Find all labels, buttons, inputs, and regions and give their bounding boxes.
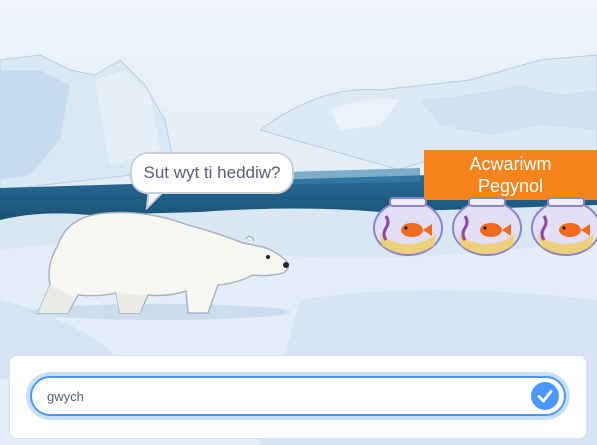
- submit-answer-button[interactable]: [531, 382, 559, 410]
- fishbowl-icon[interactable]: [451, 194, 523, 256]
- answer-input[interactable]: [47, 386, 507, 406]
- speech-bubble-text: Sut wyt ti heddiw?: [143, 163, 281, 182]
- ask-answer-panel: [9, 355, 587, 439]
- fishbowl-icon[interactable]: [372, 194, 444, 256]
- aquarium-sign[interactable]: Acwariwm Pegynol: [424, 150, 597, 200]
- fishbowl-icon[interactable]: [530, 194, 597, 256]
- polar-bear-sprite[interactable]: [28, 205, 293, 320]
- answer-field[interactable]: [30, 376, 566, 416]
- speech-bubble: Sut wyt ti heddiw?: [130, 152, 294, 194]
- check-icon: [537, 390, 553, 403]
- stage[interactable]: Sut wyt ti heddiw? Acwariwm Pegynol: [0, 0, 597, 445]
- aquarium-sign-line1: Acwariwm: [469, 154, 552, 174]
